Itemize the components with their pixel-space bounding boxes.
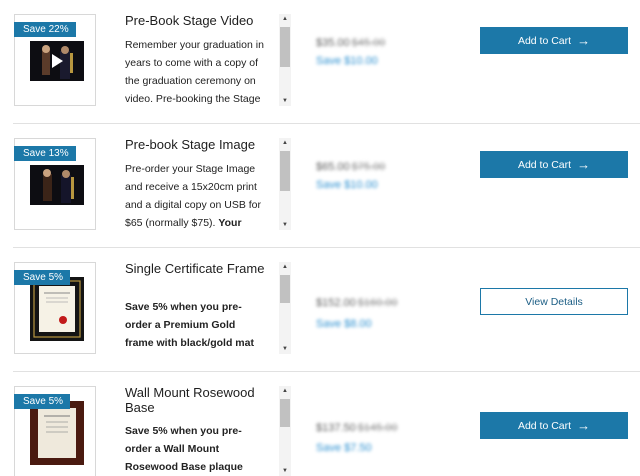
scroll-down-icon[interactable]: ▼ xyxy=(279,221,291,230)
product-image[interactable]: Save 5% xyxy=(14,262,96,354)
discount-badge: Save 5% xyxy=(14,270,71,285)
original-price: $145.00 xyxy=(357,422,398,434)
product-image[interactable]: Save 22% xyxy=(14,14,96,106)
button-label: Add to Cart xyxy=(517,34,572,47)
product-price: $35.00 $45.00 xyxy=(316,37,386,49)
scroll-down-icon[interactable]: ▼ xyxy=(279,345,291,354)
scroll-thumb[interactable] xyxy=(280,151,290,191)
description-scrollbar[interactable]: ▲ ▼ xyxy=(279,386,291,476)
product-description: Pre-order your Stage Image and receive a… xyxy=(125,163,261,229)
description-scrollbar[interactable]: ▲ ▼ xyxy=(279,262,291,354)
product-row: Save 5% Single Certificate Frame Save 5%… xyxy=(0,248,640,372)
rosewood-plaque-thumbnail-icon xyxy=(30,401,84,465)
scroll-thumb[interactable] xyxy=(280,275,290,303)
product-title: Single Certificate Frame xyxy=(125,261,265,276)
product-description: Save 5% when you pre-order a Premium Gol… xyxy=(125,301,254,349)
scroll-down-icon[interactable]: ▼ xyxy=(279,97,291,106)
graduation-photo-thumbnail-icon xyxy=(30,165,84,205)
saving-amount: Save $8.00 xyxy=(316,318,372,330)
arrow-right-icon: → xyxy=(577,418,591,433)
product-title: Pre-Book Stage Video xyxy=(125,13,254,28)
add-to-cart-button[interactable]: Add to Cart → xyxy=(480,412,628,439)
saving-amount: Save $7.50 xyxy=(316,442,372,454)
graduation-video-thumbnail-icon xyxy=(30,41,84,81)
add-to-cart-button[interactable]: Add to Cart → xyxy=(480,151,628,178)
product-description: Save 5% when you pre-order a Wall Mount … xyxy=(125,425,243,473)
discount-badge: Save 13% xyxy=(14,146,76,161)
button-label: Add to Cart xyxy=(517,158,572,171)
original-price: $45.00 xyxy=(351,37,386,49)
certificate-frame-thumbnail-icon xyxy=(30,277,84,341)
product-row: Save 5% Wall Mount Rosewood Base Save 5%… xyxy=(0,372,640,476)
saving-amount: Save $10.00 xyxy=(316,55,378,67)
product-description: Remember your graduation in years to com… xyxy=(125,39,264,105)
product-title: Wall Mount Rosewood Base xyxy=(125,385,255,415)
scroll-down-icon[interactable]: ▼ xyxy=(279,467,291,476)
scroll-up-icon[interactable]: ▲ xyxy=(279,139,291,148)
product-image[interactable]: Save 13% xyxy=(14,138,96,230)
discount-badge: Save 5% xyxy=(14,394,71,409)
product-image[interactable]: Save 5% xyxy=(14,386,96,476)
original-price: $160.00 xyxy=(357,297,398,309)
product-title: Pre-book Stage Image xyxy=(125,137,256,152)
original-price: $75.00 xyxy=(351,161,386,173)
discount-badge: Save 22% xyxy=(14,22,76,37)
add-to-cart-button[interactable]: Add to Cart → xyxy=(480,27,628,54)
arrow-right-icon: → xyxy=(577,157,591,172)
scroll-up-icon[interactable]: ▲ xyxy=(279,263,291,272)
scroll-thumb[interactable] xyxy=(280,399,290,427)
scroll-up-icon[interactable]: ▲ xyxy=(279,387,291,396)
view-details-button[interactable]: View Details xyxy=(480,288,628,315)
button-label: Add to Cart xyxy=(517,419,572,432)
product-price: $65.00 $75.00 xyxy=(316,161,386,173)
scroll-thumb[interactable] xyxy=(280,27,290,67)
product-row: Save 22% Pre-Book Stage Video Remember y… xyxy=(0,0,640,124)
description-scrollbar[interactable]: ▲ ▼ xyxy=(279,138,291,230)
arrow-right-icon: → xyxy=(577,33,591,48)
description-scrollbar[interactable]: ▲ ▼ xyxy=(279,14,291,106)
product-price: $152.00 $160.00 xyxy=(316,297,398,309)
product-row: Save 13% Pre-book Stage Image Pre-order … xyxy=(0,124,640,248)
scroll-up-icon[interactable]: ▲ xyxy=(279,15,291,24)
saving-amount: Save $10.00 xyxy=(316,179,378,191)
product-price: $137.50 $145.00 xyxy=(316,422,398,434)
